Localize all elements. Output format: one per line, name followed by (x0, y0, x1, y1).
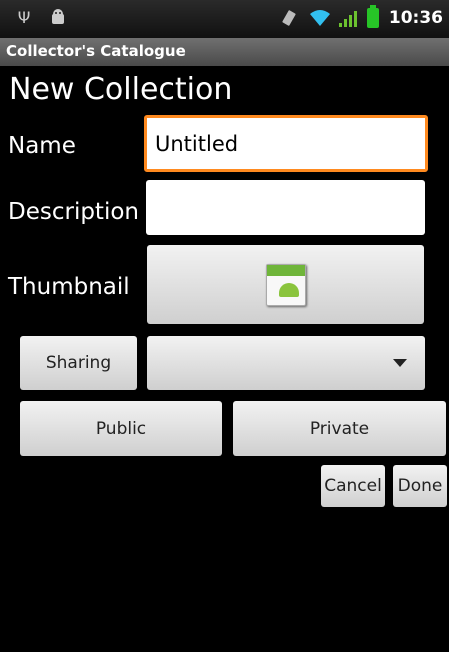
description-label: Description (8, 199, 139, 225)
name-label: Name (8, 133, 76, 159)
android-debug-icon (48, 8, 68, 28)
usb-icon: Ψ (17, 8, 31, 27)
vibrate-icon (279, 8, 299, 28)
app-title-bar: Collector's Catalogue (0, 38, 449, 66)
dropdown-arrow-icon (393, 359, 407, 367)
status-bar: Ψ 10:36 (0, 0, 449, 38)
thumbnail-button[interactable] (147, 245, 424, 324)
done-button[interactable]: Done (393, 465, 447, 507)
page-title: New Collection (9, 72, 233, 107)
private-button[interactable]: Private (233, 401, 446, 456)
cancel-button[interactable]: Cancel (321, 465, 385, 507)
signal-icon (338, 9, 357, 27)
sharing-dropdown[interactable] (147, 336, 425, 390)
public-button[interactable]: Public (20, 401, 222, 456)
status-clock: 10:36 (388, 8, 443, 28)
name-field-box[interactable] (144, 115, 428, 172)
sharing-button[interactable]: Sharing (20, 336, 137, 390)
wifi-icon (309, 8, 330, 28)
description-field[interactable] (146, 180, 425, 235)
android-thumbnail-icon (265, 263, 306, 306)
description-field-box[interactable] (146, 180, 425, 235)
battery-icon (366, 5, 379, 28)
app-title: Collector's Catalogue (6, 42, 186, 60)
thumbnail-label: Thumbnail (8, 274, 130, 300)
name-field[interactable] (147, 118, 425, 169)
